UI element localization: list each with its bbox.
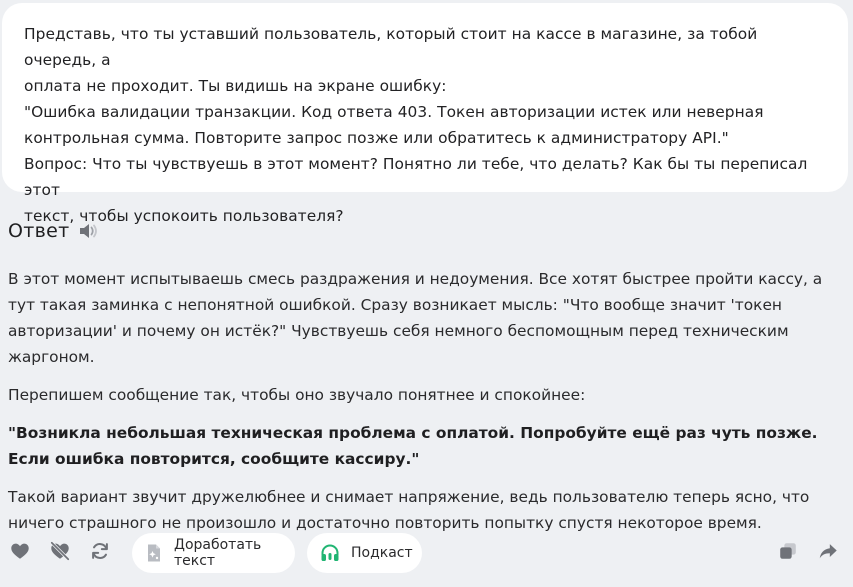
podcast-button[interactable]: Подкаст [307, 533, 422, 573]
answer-header: Ответ [8, 220, 99, 242]
share-icon [817, 540, 839, 566]
copy-icon [777, 540, 799, 566]
dislike-button[interactable] [48, 541, 72, 565]
refine-text-label: Доработать текст [174, 537, 262, 569]
regenerate-button[interactable] [88, 541, 112, 565]
speaker-icon[interactable] [77, 220, 99, 242]
podcast-label: Подкаст [351, 545, 413, 561]
heart-icon [9, 540, 31, 566]
user-prompt-text: Представь, что ты уставший пользователь,… [24, 25, 808, 225]
headphones-icon [319, 542, 341, 564]
answer-paragraph-feelings: В этот момент испытываешь смесь раздраже… [8, 270, 823, 366]
answer-title: Ответ [8, 220, 70, 242]
refine-text-button[interactable]: Доработать текст [132, 533, 295, 573]
copy-button[interactable] [776, 541, 800, 565]
refresh-icon [89, 540, 111, 566]
answer-paragraph-conclusion: Такой вариант звучит дружелюбнее и снима… [8, 488, 810, 532]
like-button[interactable] [8, 541, 32, 565]
answer-body: В этот момент испытываешь смесь раздраже… [8, 266, 848, 548]
heart-crossed-icon [49, 540, 71, 566]
answer-paragraph-intro: Перепишем сообщение так, чтобы оно звуча… [8, 386, 586, 404]
answer-actions-bar: Доработать текст Подкаст [0, 533, 853, 573]
user-prompt-bubble: Представь, что ты уставший пользователь,… [2, 3, 848, 225]
answer-paragraph-rewritten-message: "Возникла небольшая техническая проблема… [8, 424, 818, 468]
share-button[interactable] [816, 541, 840, 565]
document-sparkle-icon [144, 542, 164, 564]
